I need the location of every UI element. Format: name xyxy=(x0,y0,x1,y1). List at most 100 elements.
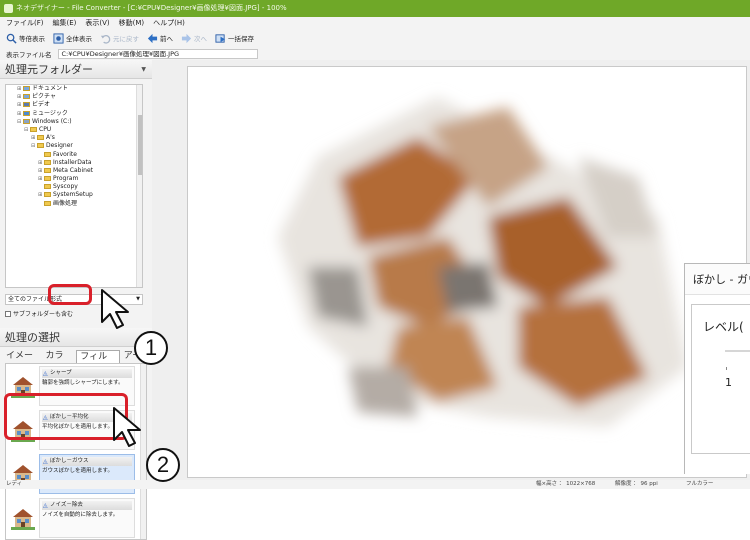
slider-tick xyxy=(726,367,727,370)
blurred-floor-plan-image xyxy=(278,97,688,427)
tree-item-label: A's xyxy=(46,134,55,142)
folder-icon xyxy=(44,176,51,182)
process-tabs: イメージ カラー フィルタ アート xyxy=(4,350,150,375)
tree-item[interactable]: ⊟ Windows (C:) xyxy=(6,118,142,126)
undo-icon xyxy=(100,34,111,44)
filter-item[interactable]: ◬ ノイズ－除去 ノイズを自動的に除去します。 xyxy=(9,498,137,539)
level-slider[interactable] xyxy=(725,350,750,352)
fit-whole-label: 全体表示 xyxy=(66,35,92,43)
tab-filter[interactable]: フィルタ xyxy=(76,350,120,375)
filter-list: ◬ シャープ 輪郭を強調しシャープにします。 ◬ ぼかし－平均化 平均化ぼかしを適用します… xyxy=(5,363,147,540)
checkbox-icon[interactable] xyxy=(5,310,11,317)
tree-item[interactable]: ⊞ ドキュメント xyxy=(6,85,142,93)
dialog-title: ぼかし - ガウス xyxy=(685,264,750,295)
level-group-label: レベル( xyxy=(701,318,746,335)
tree-item-label: Program xyxy=(53,175,79,183)
menu-help[interactable]: ヘルプ(H) xyxy=(153,17,185,29)
folder-icon xyxy=(37,135,44,141)
title-bar: ネオデザイナー - File Converter - [C:¥CPU¥Desig… xyxy=(0,0,750,17)
include-subfolders-checkbox[interactable]: サブフォルダーも含む xyxy=(5,309,73,318)
status-ready: レディ xyxy=(6,481,23,487)
callout-number-1: 1 xyxy=(134,331,168,365)
fit-page-icon xyxy=(53,32,64,44)
pointer-cursor-icon xyxy=(113,407,141,447)
menu-file[interactable]: ファイル(F) xyxy=(6,17,44,29)
tree-item[interactable]: ⊞ SystemSetup xyxy=(6,191,142,199)
filter-item-title: ノイズ－除去 xyxy=(50,502,83,508)
menu-move[interactable]: 移動(M) xyxy=(119,17,145,29)
source-folder-header[interactable]: 処理元フォルダー ▼ xyxy=(0,60,152,79)
filter-item-description: 輪郭を強調しシャープにします。 xyxy=(42,380,124,386)
tree-item[interactable]: ⊞ InstallerData xyxy=(6,159,142,167)
tree-item[interactable]: Favorite xyxy=(6,151,142,159)
tree-item[interactable]: ⊟ Designer xyxy=(6,142,142,150)
fit-whole-button[interactable]: 全体表示 xyxy=(53,32,92,44)
tree-item-label: ピクチャ xyxy=(32,93,56,101)
tree-item[interactable]: ⊞ Program xyxy=(6,175,142,183)
menu-bar: ファイル(F) 編集(E) 表示(V) 移動(M) ヘルプ(H) xyxy=(0,17,750,29)
actual-size-button[interactable]: 等倍表示 xyxy=(6,33,45,44)
process-select-title: 処理の選択 xyxy=(5,331,60,344)
house-thumbnail-icon xyxy=(11,506,35,530)
prev-button[interactable]: 前へ xyxy=(147,33,173,44)
filter-item-title: シャープ xyxy=(50,370,72,376)
tab-image[interactable]: イメージ xyxy=(6,350,42,374)
arrow-right-icon xyxy=(181,33,192,43)
image-preview[interactable] xyxy=(187,66,747,478)
batch-save-icon xyxy=(215,33,226,43)
tree-item[interactable]: ⊞ A's xyxy=(6,134,142,142)
filter-item[interactable]: ◬ ぼかし－ガウス ガウスぼかしを適用します。 xyxy=(9,454,137,496)
filter-item-description: ガウスぼかしを適用します。 xyxy=(42,468,113,474)
folder-icon xyxy=(44,151,51,157)
slider-min-value: 1 xyxy=(725,376,732,389)
tree-item[interactable]: ⊞ ミュージック xyxy=(6,110,142,118)
include-subfolders-label: サブフォルダーも含む xyxy=(13,311,74,318)
toolbar: 等倍表示 全体表示 元に戻す 前へ 次へ 一括保存 xyxy=(0,29,750,47)
status-bar: レディ 幅×高さ ： 1022×768 解像度 ： 96 ppi フルカラー xyxy=(0,480,750,489)
folder-icon xyxy=(44,167,51,173)
tree-scrollbar[interactable] xyxy=(136,85,142,287)
folder-icon xyxy=(44,200,51,206)
tree-item-label: Windows (C:) xyxy=(32,117,72,125)
tree-item[interactable]: Syscopy xyxy=(6,183,142,191)
menu-view[interactable]: 表示(V) xyxy=(85,17,109,29)
display-file-bar: 表示ファイル名 C:¥CPU¥Designer¥画像処理¥図面.JPG xyxy=(0,47,750,60)
app-logo-icon xyxy=(4,4,13,13)
filter-item-title-bar: ◬ ノイズ－除去 xyxy=(42,501,132,510)
tree-scroll-thumb[interactable] xyxy=(138,115,142,175)
save-all-button[interactable]: 一括保存 xyxy=(215,33,254,44)
tree-item[interactable]: 画像処理 xyxy=(6,200,142,208)
tree-item[interactable]: ⊟ CPU xyxy=(6,126,142,134)
folder-tree[interactable]: ⊞ ドキュメント ⊞ ピクチャ ⊞ ビデオ ⊞ ミュージック ⊟ Windows (C:) ⊟ CPU… xyxy=(5,84,143,288)
filter-type-icon: ◬ xyxy=(43,502,48,509)
gaussian-item-highlight xyxy=(4,393,128,440)
status-resolution: 解像度 ： 96 ppi xyxy=(615,481,658,487)
filter-item-card[interactable]: ◬ ノイズ－除去 ノイズを自動的に除去します。 xyxy=(39,498,135,538)
tree-item-label: CPU xyxy=(39,125,52,133)
filter-item-description: ノイズを自動的に除去します。 xyxy=(42,512,119,518)
arrow-left-icon xyxy=(147,33,158,43)
display-file-label: 表示ファイル名 xyxy=(6,50,52,59)
tree-item[interactable]: ⊞ ビデオ xyxy=(6,101,142,109)
tree-item-label: ビデオ xyxy=(32,101,51,109)
display-file-path: C:¥CPU¥Designer¥画像処理¥図面.JPG xyxy=(57,48,258,59)
folder-icon xyxy=(44,192,51,198)
magnifier-icon xyxy=(6,33,17,44)
tree-item[interactable]: ⊞ Meta Cabinet xyxy=(6,167,142,175)
filter-type-icon: ◬ xyxy=(43,370,48,377)
tab-color[interactable]: カラー xyxy=(46,350,73,374)
undo-button[interactable]: 元に戻す xyxy=(100,33,139,44)
next-label: 次へ xyxy=(194,35,207,43)
menu-edit[interactable]: 編集(E) xyxy=(53,17,77,29)
tree-item-label: ミュージック xyxy=(32,109,68,117)
next-button[interactable]: 次へ xyxy=(181,33,207,44)
folder-icon xyxy=(23,118,30,124)
filter-item-title-bar: ◬ シャープ xyxy=(42,369,132,378)
folder-icon xyxy=(23,102,30,108)
tree-item-label: Favorite xyxy=(53,150,77,158)
tree-item-label: ドキュメント xyxy=(32,85,69,92)
collapse-icon[interactable]: ▼ xyxy=(141,60,146,79)
tree-item[interactable]: ⊞ ピクチャ xyxy=(6,93,142,101)
callout-number-2: 2 xyxy=(146,448,180,482)
filter-list-scrollbar[interactable] xyxy=(140,364,146,539)
